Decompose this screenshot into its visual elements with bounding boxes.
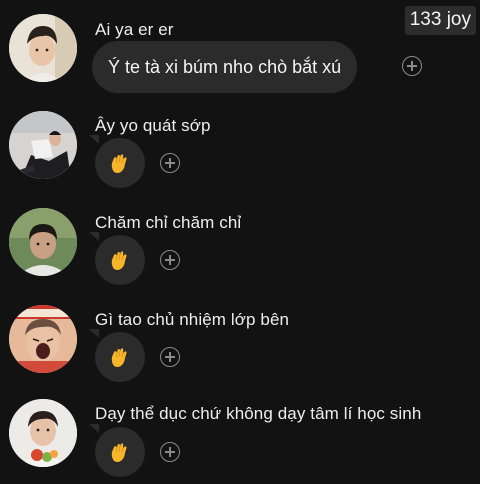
avatar[interactable]	[9, 305, 77, 373]
add-reaction-icon[interactable]	[160, 442, 180, 462]
avatar-photo-icon	[9, 14, 77, 82]
avatar[interactable]	[9, 208, 77, 276]
bubble-tail	[89, 135, 99, 144]
clap-emoji-icon	[111, 443, 127, 462]
clap-emoji-icon	[111, 348, 127, 367]
emoji-bubble[interactable]	[95, 332, 145, 382]
chat-message: Chăm chỉ chăm chỉ	[0, 194, 480, 290]
chat-message: Ây yo quát sớp	[0, 97, 480, 193]
sender-name: Gì tao chủ nhiệm lớp bên	[95, 310, 290, 329]
emoji-bubble[interactable]	[95, 138, 145, 188]
avatar[interactable]	[9, 111, 77, 179]
sender-name: Chăm chỉ chăm chỉ	[95, 213, 242, 232]
avatar-photo-icon	[9, 399, 77, 467]
sender-name: Ai ya er er	[95, 20, 174, 39]
bubble-tail	[89, 424, 99, 433]
message-bubble[interactable]: Ý te tà xi búm nho chò bắt xú	[92, 41, 358, 93]
avatar-photo-icon	[9, 208, 77, 276]
clap-emoji-icon	[111, 251, 127, 270]
chat-message: Dạy thể dục chứ không dạy tâm lí học sin…	[0, 388, 480, 484]
sender-name: Dạy thể dục chứ không dạy tâm lí học sin…	[95, 404, 422, 423]
add-reaction-icon[interactable]	[160, 153, 180, 173]
sender-name: Ây yo quát sớp	[95, 116, 211, 135]
avatar-photo-icon	[9, 111, 77, 179]
clap-emoji-icon	[111, 154, 127, 173]
add-reaction-icon[interactable]	[402, 56, 422, 76]
bubble-tail	[89, 329, 99, 338]
reaction-counter: 133 joy	[404, 6, 476, 35]
emoji-bubble[interactable]	[95, 427, 145, 477]
chat-message: Gì tao chủ nhiệm lớp bên	[0, 291, 480, 387]
add-reaction-icon[interactable]	[160, 250, 180, 270]
bubble-tail	[89, 232, 99, 241]
avatar[interactable]	[9, 399, 77, 467]
avatar-photo-icon	[9, 305, 77, 373]
emoji-bubble[interactable]	[95, 235, 145, 285]
avatar[interactable]	[9, 14, 77, 82]
add-reaction-icon[interactable]	[160, 347, 180, 367]
